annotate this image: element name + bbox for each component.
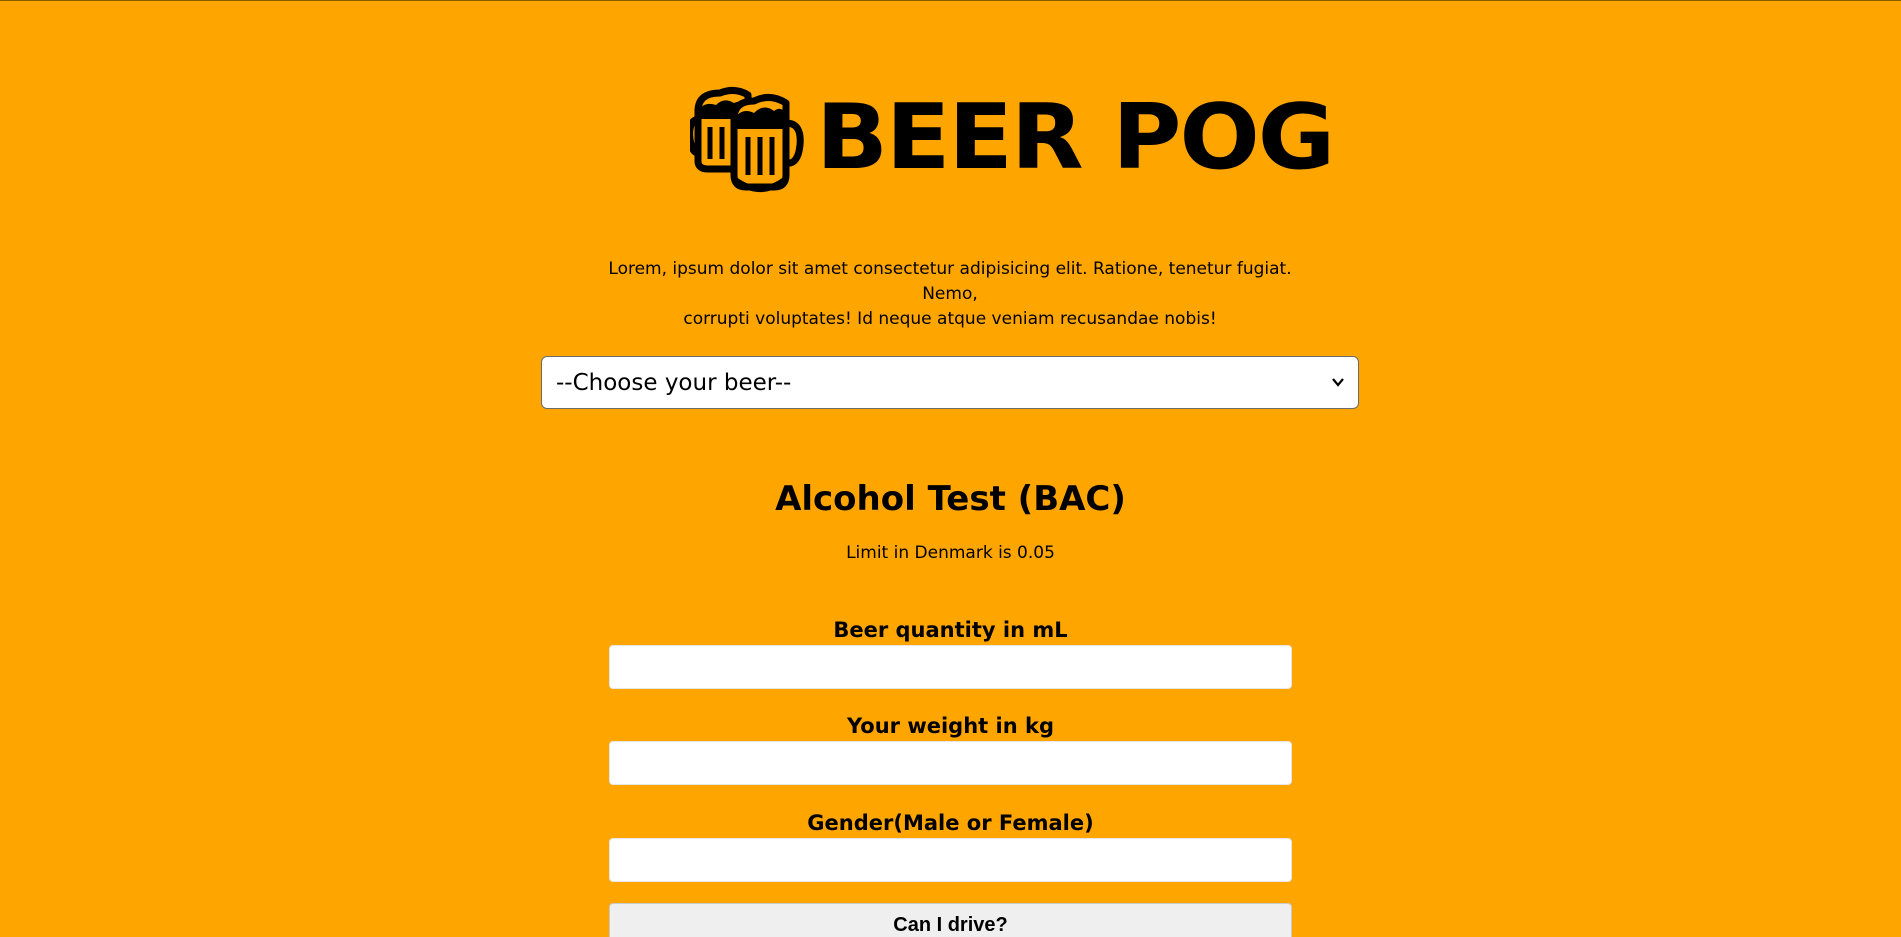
gender-label: Gender(Male or Female): [807, 811, 1094, 835]
intro-line-2: corrupti voluptates! Id neque atque veni…: [683, 309, 1217, 329]
brand-logo[interactable]: BEER POG: [690, 83, 1335, 193]
beer-select[interactable]: --Choose your beer--: [541, 356, 1359, 409]
intro-text: Lorem, ipsum dolor sit amet consectetur …: [580, 257, 1320, 332]
brand-name: BEER POG: [816, 85, 1335, 190]
bac-title: Alcohol Test (BAC): [775, 479, 1126, 519]
intro-line-1: Lorem, ipsum dolor sit amet consectetur …: [608, 259, 1292, 304]
weight-input[interactable]: [609, 741, 1292, 785]
beer-quantity-input[interactable]: [609, 645, 1292, 689]
beer-quantity-label: Beer quantity in mL: [833, 618, 1068, 642]
gender-input[interactable]: [609, 838, 1292, 882]
beer-select-value: --Choose your beer--: [556, 369, 792, 396]
chevron-down-icon: [1332, 375, 1344, 391]
beer-mugs-icon: [690, 86, 804, 192]
can-i-drive-button[interactable]: Can I drive?: [609, 903, 1292, 937]
weight-label: Your weight in kg: [847, 714, 1054, 738]
limit-text: Limit in Denmark is 0.05: [846, 543, 1055, 563]
